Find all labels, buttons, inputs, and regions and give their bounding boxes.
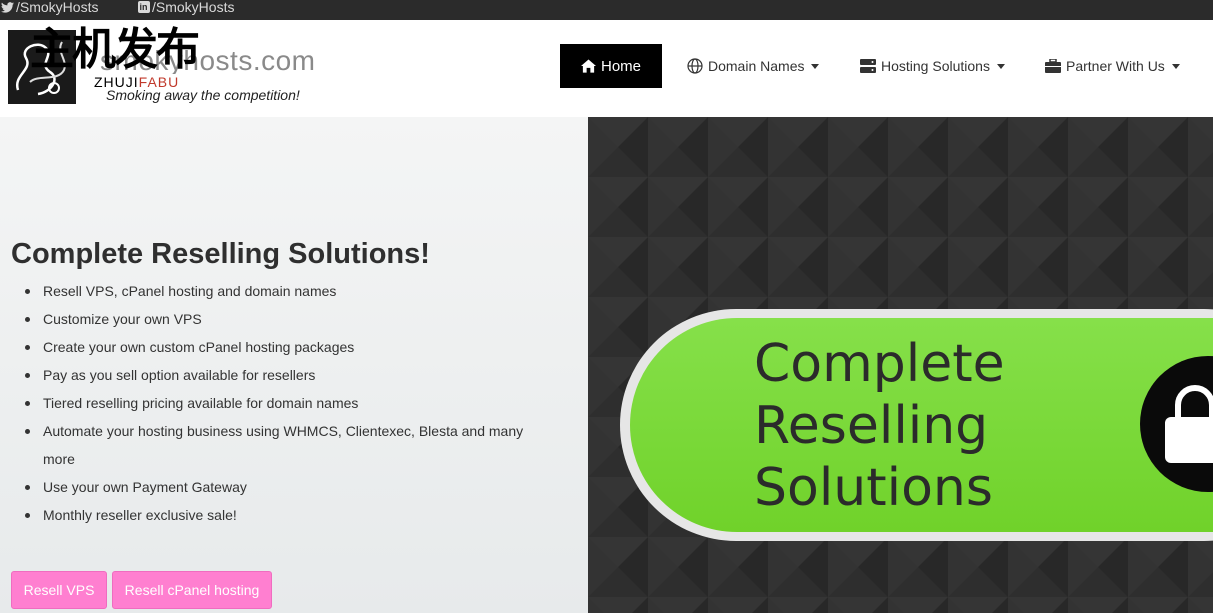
twitter-icon: [1, 1, 14, 14]
linkedin-handle: /SmokyHosts: [152, 0, 235, 15]
list-item: Use your own Payment Gateway: [25, 473, 543, 501]
hero-section: Complete Reselling Solutions! Resell VPS…: [0, 117, 588, 613]
list-item: Tiered reselling pricing available for d…: [25, 389, 543, 417]
twitter-link[interactable]: /SmokyHosts: [1, 0, 98, 14]
nav-hosting-solutions-label: Hosting Solutions: [881, 58, 990, 74]
twitter-handle: /SmokyHosts: [16, 0, 99, 15]
list-item: Pay as you sell option available for res…: [25, 361, 543, 389]
home-icon: [580, 59, 596, 73]
linkedin-link[interactable]: in /SmokyHosts: [137, 0, 234, 14]
hero-title: Complete Reselling Solutions!: [11, 238, 430, 270]
watermark-text: 主机发布: [30, 24, 200, 75]
feature-list: Resell VPS, cPanel hosting and domain na…: [25, 277, 543, 529]
linkedin-icon: in: [137, 1, 150, 13]
resell-vps-button[interactable]: Resell VPS: [11, 571, 107, 609]
chevron-down-icon: [996, 63, 1005, 69]
nav-domain-names-label: Domain Names: [708, 58, 805, 74]
resell-cpanel-button[interactable]: Resell cPanel hosting: [112, 571, 272, 609]
social-bar: /SmokyHosts in /SmokyHosts: [0, 0, 1213, 20]
list-item: Create your own custom cPanel hosting pa…: [25, 333, 543, 361]
globe-icon: [687, 58, 703, 74]
tagline: Smoking away the competition!: [106, 87, 300, 103]
list-item: Customize your own VPS: [25, 305, 543, 333]
nav-partner-with-us-label: Partner With Us: [1066, 58, 1165, 74]
nav-hosting-solutions[interactable]: Hosting Solutions: [860, 44, 1005, 88]
nav-home-label: Home: [600, 57, 641, 75]
banner-text: Complete Reselling Solutions: [754, 334, 1005, 518]
list-item: Monthly reseller exclusive sale!: [25, 501, 543, 529]
list-item: Automate your hosting business using WHM…: [25, 417, 543, 473]
chevron-down-icon: [1171, 63, 1180, 69]
nav-partner-with-us[interactable]: Partner With Us: [1045, 44, 1180, 88]
promo-banner: Complete Reselling Solutions: [588, 117, 1213, 613]
briefcase-icon: [1045, 59, 1061, 73]
list-item: Resell VPS, cPanel hosting and domain na…: [25, 277, 543, 305]
nav-domain-names[interactable]: Domain Names: [687, 44, 820, 88]
site-header: smokyhosts.com 主机发布 ZHUJIFABU Smoking aw…: [0, 20, 1213, 117]
server-icon: [860, 59, 876, 73]
nav-home[interactable]: Home: [560, 44, 662, 88]
chevron-down-icon: [811, 63, 820, 69]
